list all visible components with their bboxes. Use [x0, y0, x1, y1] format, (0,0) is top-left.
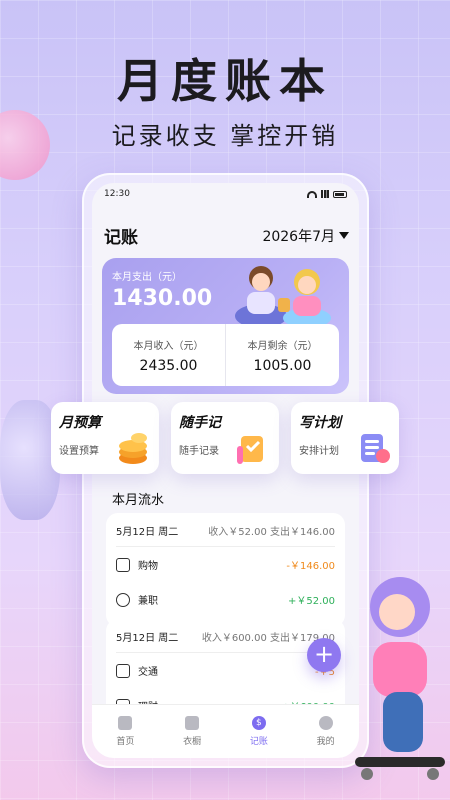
entry-amount: -￥146.00 [286, 561, 335, 572]
page-title: 记账 [104, 228, 138, 248]
income-block: 本月收入（元） 2435.00 [112, 324, 225, 386]
signal-icon [321, 190, 329, 198]
profile-icon [318, 716, 333, 730]
day-header: 5月12日 周二 收入￥52.00 支出￥146.00 [116, 523, 335, 547]
list-item[interactable]: 兼职 +￥52.00 [116, 582, 335, 617]
coin-stack-icon [119, 433, 147, 464]
entry-left: 兼职 [116, 592, 158, 607]
hero-subtitle: 记录收支 掌控开销 [111, 122, 339, 150]
wifi-icon [307, 190, 317, 198]
checklist-icon [361, 434, 390, 463]
feature-card-quicknote[interactable]: 随手记 随手记录 [171, 402, 279, 474]
hero-title: 月度账本 [117, 54, 333, 108]
feature-card-plan[interactable]: 写计划 安排计划 [291, 402, 399, 474]
tab-bookkeeping[interactable]: $ 记账 [226, 705, 293, 758]
battery-icon [333, 190, 347, 198]
caret-down-icon [339, 232, 349, 239]
entry-label: 兼职 [138, 596, 158, 607]
income-label: 本月收入（元） [133, 340, 204, 352]
day-date: 5月12日 周二 [116, 633, 179, 644]
month-picker[interactable]: 2026年7月 [262, 226, 349, 246]
expense-label: 本月支出（元） [112, 272, 182, 283]
app-header: 记账 2026年7月 [92, 205, 359, 254]
bus-icon [116, 663, 130, 678]
entry-left: 交通 [116, 663, 158, 678]
day-header: 5月12日 周二 收入￥600.00 支出￥179.00 [116, 629, 335, 653]
month-label: 2026年7月 [262, 228, 335, 245]
add-record-button[interactable]: + [307, 638, 341, 672]
entry-amount: +￥52.00 [287, 596, 335, 607]
tab-label: 记账 [249, 737, 268, 747]
status-time: 12:30 [104, 189, 130, 199]
tab-home[interactable]: 首页 [92, 705, 159, 758]
bottom-tabbar: 首页 衣橱 $ 记账 我的 [92, 704, 359, 758]
bag-icon [116, 557, 130, 572]
income-value: 2435.00 [139, 357, 198, 374]
day-summary: 收入￥52.00 支出￥146.00 [208, 527, 335, 538]
day-date: 5月12日 周二 [116, 527, 179, 538]
day-card: 5月12日 周二 收入￥52.00 支出￥146.00 购物 -￥146.00 … [106, 513, 345, 627]
balance-label: 本月剩余（元） [247, 340, 318, 352]
person-tool-icon [116, 592, 130, 607]
section-title-monthly-flow: 本月流水 [112, 493, 165, 508]
status-bar: 12:30 [92, 183, 359, 205]
status-icons [307, 190, 347, 198]
tab-label: 衣橱 [183, 737, 202, 747]
tab-wardrobe[interactable]: 衣橱 [159, 705, 226, 758]
dollar-icon: $ [251, 716, 266, 730]
tab-label: 我的 [316, 737, 335, 747]
feature-cards: 月预算 设置预算 随手记 随手记录 写计划 安排计划 [51, 402, 399, 474]
balance-value: 1005.00 [253, 357, 312, 374]
feature-card-budget[interactable]: 月预算 设置预算 [51, 402, 159, 474]
entry-label: 购物 [138, 561, 158, 572]
couple-illustration [235, 266, 331, 328]
tab-label: 首页 [116, 737, 135, 747]
monthly-summary-card: 本月支出（元） 1430.00 本月收入（元） 2435.00 本月剩余（元） … [102, 258, 349, 394]
summary-subcard: 本月收入（元） 2435.00 本月剩余（元） 1005.00 [112, 324, 339, 386]
wardrobe-icon [185, 716, 200, 730]
expense-value: 1430.00 [112, 286, 213, 311]
home-icon [118, 716, 133, 730]
notebook-pen-icon [237, 436, 263, 464]
character-illustration [355, 577, 445, 780]
balance-block: 本月剩余（元） 1005.00 [225, 324, 339, 386]
entry-label: 交通 [138, 667, 158, 678]
list-item[interactable]: 交通 -￥5 [116, 653, 335, 688]
entry-left: 购物 [116, 557, 158, 572]
list-item[interactable]: 购物 -￥146.00 [116, 547, 335, 582]
